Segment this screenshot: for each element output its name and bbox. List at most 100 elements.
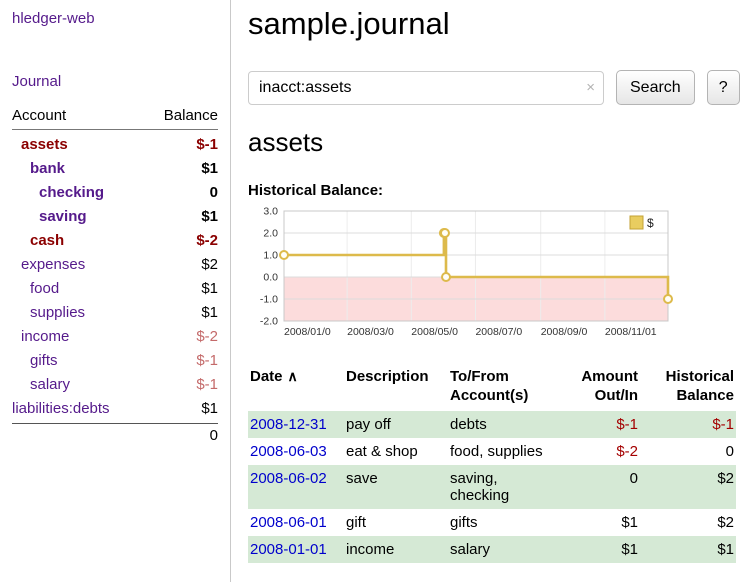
account-balance: $-1 xyxy=(196,349,218,373)
transaction-amount: $-1 xyxy=(568,411,648,438)
transaction-date-link[interactable]: 2008-06-02 xyxy=(250,470,327,487)
transaction-accounts: salary xyxy=(448,536,568,563)
sort-ascending-icon: ∧ xyxy=(288,368,298,384)
account-balance: $1 xyxy=(201,205,218,229)
data-point xyxy=(442,273,450,281)
x-tick-label: 2008/03/0 xyxy=(347,326,394,338)
col-header-date[interactable]: Date∧ xyxy=(248,365,344,411)
transaction-description: income xyxy=(344,536,448,563)
transaction-accounts: saving, checking xyxy=(448,465,568,509)
transaction-accounts: gifts xyxy=(448,509,568,536)
historical-balance-chart: 2008/01/02008/03/02008/05/02008/07/02008… xyxy=(248,203,718,353)
account-row: income $-2 xyxy=(12,325,218,349)
main-content: sample.journal × Search ? assets Histori… xyxy=(248,0,742,563)
legend-swatch xyxy=(630,216,643,229)
account-balance: $-2 xyxy=(196,229,218,253)
data-point xyxy=(664,295,672,303)
account-row: assets $-1 xyxy=(12,133,218,157)
account-heading: assets xyxy=(248,127,742,158)
transaction-balance: $2 xyxy=(648,509,736,536)
y-tick-label: 2.0 xyxy=(263,228,278,240)
transaction-date-link[interactable]: 2008-12-31 xyxy=(250,416,327,433)
transaction-amount: $1 xyxy=(568,536,648,563)
legend-label: $ xyxy=(647,216,654,230)
search-button[interactable]: Search xyxy=(616,70,695,105)
account-row: food $1 xyxy=(12,277,218,301)
accounts-list: assets$-1bank$1checking0saving$1cash$-2e… xyxy=(12,130,218,421)
account-link[interactable]: assets xyxy=(21,133,68,157)
account-link[interactable]: food xyxy=(30,277,59,301)
amount-header-line2: Out/In xyxy=(595,387,638,404)
account-link[interactable]: expenses xyxy=(21,253,85,277)
account-balance: $1 xyxy=(201,277,218,301)
data-point xyxy=(441,229,449,237)
account-link[interactable]: income xyxy=(21,325,69,349)
account-link[interactable]: cash xyxy=(30,229,64,253)
transaction-balance: $1 xyxy=(648,536,736,563)
journal-nav-link[interactable]: Journal xyxy=(12,73,61,90)
col-header-accounts: To/From Account(s) xyxy=(448,365,568,411)
app-title-link[interactable]: hledger-web xyxy=(12,10,95,27)
account-balance: $-1 xyxy=(196,373,218,397)
accounts-header-line2: Account(s) xyxy=(450,387,528,404)
account-row: expenses $2 xyxy=(12,253,218,277)
account-balance: $1 xyxy=(201,301,218,325)
transaction-date-link[interactable]: 2008-06-01 xyxy=(250,514,327,531)
search-box: × xyxy=(248,71,604,105)
col-header-amount: Amount Out/In xyxy=(568,365,648,411)
y-tick-label: -1.0 xyxy=(260,294,278,306)
account-row: cash $-2 xyxy=(12,229,218,253)
account-balance: $-2 xyxy=(196,325,218,349)
account-row: salary $-1 xyxy=(12,373,218,397)
transaction-description: pay off xyxy=(344,411,448,438)
account-link[interactable]: bank xyxy=(30,157,65,181)
accounts-col-account: Account xyxy=(12,107,66,124)
account-link[interactable]: checking xyxy=(39,181,104,205)
x-tick-label: 2008/07/0 xyxy=(475,326,522,338)
transaction-description: gift xyxy=(344,509,448,536)
account-balance: $-1 xyxy=(196,133,218,157)
accounts-header: Account Balance xyxy=(12,107,218,130)
account-balance: $2 xyxy=(201,253,218,277)
transaction-description: eat & shop xyxy=(344,438,448,465)
help-button[interactable]: ? xyxy=(707,70,740,105)
sidebar: hledger-web Journal Account Balance asse… xyxy=(0,0,231,582)
transaction-description: save xyxy=(344,465,448,509)
account-row: liabilities:debts $1 xyxy=(12,397,218,421)
register-body: 2008-12-31pay offdebts$-1$-12008-06-03ea… xyxy=(248,411,736,563)
data-point xyxy=(280,251,288,259)
register-row: 2008-06-03eat & shopfood, supplies$-20 xyxy=(248,438,736,465)
accounts-panel: Account Balance assets $-1 bank $1 checking 0… xyxy=(12,107,218,444)
account-link[interactable]: liabilities:debts xyxy=(12,397,110,421)
balance-header-line1: Historical xyxy=(666,368,734,385)
transaction-date-link[interactable]: 2008-06-03 xyxy=(250,443,327,460)
account-link[interactable]: saving xyxy=(39,205,87,229)
x-tick-label: 2008/09/0 xyxy=(541,326,588,338)
accounts-total: 0 xyxy=(12,423,218,444)
transaction-date-link[interactable]: 2008-01-01 xyxy=(250,541,327,558)
transaction-balance: $-1 xyxy=(648,411,736,438)
app-title-row: hledger-web xyxy=(12,10,218,28)
account-link[interactable]: salary xyxy=(30,373,70,397)
search-input[interactable] xyxy=(248,71,604,105)
clear-icon[interactable]: × xyxy=(586,79,595,97)
transaction-amount: $-2 xyxy=(568,438,648,465)
account-link[interactable]: gifts xyxy=(30,349,58,373)
col-header-description: Description xyxy=(344,365,448,411)
x-tick-label: 2008/05/0 xyxy=(411,326,458,338)
register-header-row: Date∧ Description To/From Account(s) Amo… xyxy=(248,365,736,411)
register-row: 2008-01-01incomesalary$1$1 xyxy=(248,536,736,563)
transaction-amount: $1 xyxy=(568,509,648,536)
account-balance: $1 xyxy=(201,397,218,421)
account-link[interactable]: supplies xyxy=(30,301,85,325)
y-tick-label: 3.0 xyxy=(263,206,278,218)
col-header-balance: Historical Balance xyxy=(648,365,736,411)
transaction-balance: $2 xyxy=(648,465,736,509)
page-title: sample.journal xyxy=(248,6,742,42)
transaction-accounts: food, supplies xyxy=(448,438,568,465)
amount-header-line1: Amount xyxy=(581,368,638,385)
y-tick-label: -2.0 xyxy=(260,316,278,328)
balance-header-line2: Balance xyxy=(676,387,734,404)
accounts-col-balance: Balance xyxy=(164,107,218,124)
register-table: Date∧ Description To/From Account(s) Amo… xyxy=(248,365,736,563)
